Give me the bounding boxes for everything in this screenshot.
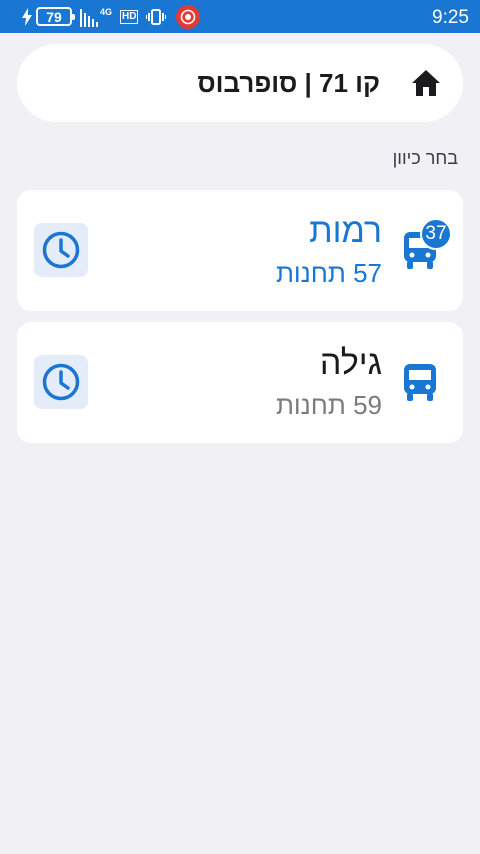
direction-name: רמות xyxy=(309,212,382,250)
recording-icon xyxy=(176,4,201,29)
hd-icon: HD xyxy=(120,9,139,24)
route-title: קו 71 | סופרבוס xyxy=(197,68,380,98)
bus-icon xyxy=(404,364,436,401)
arrival-badge: 37 xyxy=(420,218,452,250)
route-header: קו 71 | סופרבוס xyxy=(17,44,463,122)
network-type: 4G xyxy=(100,6,113,17)
vibrate-icon xyxy=(146,8,167,25)
schedule-button[interactable] xyxy=(34,355,88,409)
schedule-button[interactable] xyxy=(34,223,88,277)
status-bar: 79 4G HD 9:25 xyxy=(0,0,480,33)
charging-icon xyxy=(22,7,32,26)
stops-count: 57 תחנות xyxy=(275,258,382,288)
direction-card[interactable]: גילה 59 תחנות xyxy=(17,322,463,443)
clock-icon xyxy=(42,231,80,269)
clock-icon xyxy=(42,363,80,401)
battery-level: 79 xyxy=(46,8,62,25)
direction-card[interactable]: רמות 57 תחנות 37 xyxy=(17,190,463,311)
choose-direction-label: בחר כיוון xyxy=(392,148,458,168)
battery-icon: 79 xyxy=(36,7,75,26)
clock: 9:25 xyxy=(432,7,469,28)
home-icon[interactable] xyxy=(411,69,441,97)
direction-name: גילה xyxy=(319,344,382,382)
status-icons: 79 4G HD xyxy=(22,4,201,29)
stops-count: 59 תחנות xyxy=(275,390,382,420)
